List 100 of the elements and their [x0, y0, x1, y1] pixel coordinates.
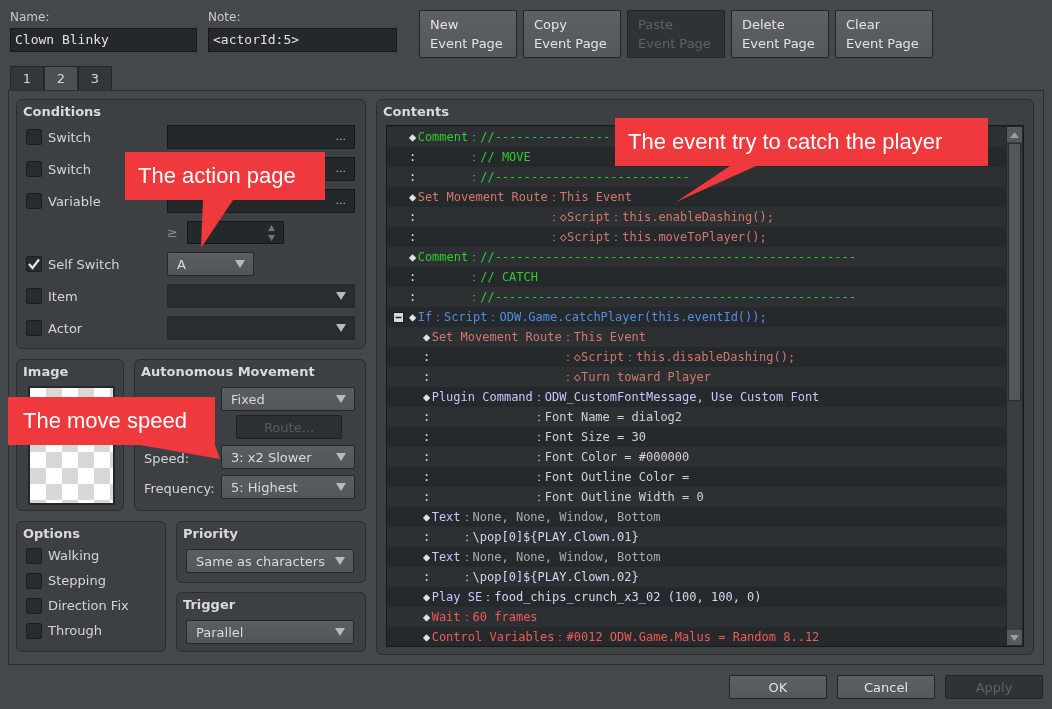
checkbox[interactable] [26, 597, 42, 614]
page-tab[interactable]: 2 [44, 66, 78, 90]
checkbox[interactable] [26, 572, 42, 589]
command-parameters: ：// CATCH [468, 268, 538, 286]
dropdown[interactable]: A [167, 252, 254, 276]
dropdown[interactable]: Fixed [221, 387, 355, 411]
command-parameters: ：Font Name = dialog2 [532, 408, 683, 426]
checkbox[interactable] [26, 256, 42, 272]
command-bullet: ◆ [423, 590, 432, 604]
dialog-button[interactable]: Cancel [837, 675, 935, 699]
command-parameters: ：food_chips_crunch_x3_02 (100, 100, 0) [482, 588, 762, 606]
event-page-button[interactable]: Clear Event Page [835, 10, 933, 58]
group-title: Trigger [183, 596, 237, 614]
checkbox-label: Switch [48, 129, 91, 145]
caret-icon [335, 628, 345, 636]
command-name: Set Movement Route [417, 190, 548, 204]
browse-button[interactable]: ... [335, 130, 346, 144]
dropdown[interactable]: 3: x2 Slower [221, 445, 355, 469]
checkbox-label: Variable [48, 193, 101, 209]
command-parameters: ：Script：ODW.Game.catchPlayer(this.eventId()); [432, 308, 767, 326]
checkbox-label: Actor [48, 320, 83, 336]
checkbox-label: Walking [48, 548, 100, 563]
picker-field[interactable]: ... [167, 125, 355, 149]
continuation-mark: : [423, 450, 432, 464]
checkbox[interactable] [26, 161, 42, 177]
command-name: Play SE [431, 590, 483, 604]
checkbox-label: Through [48, 623, 102, 638]
command-bullet: ◆ [409, 250, 418, 264]
command-bullet: ◆ [423, 510, 432, 524]
caret-icon [235, 260, 245, 268]
browse-button[interactable]: ... [335, 162, 346, 176]
number-spinner[interactable] [187, 221, 284, 244]
command-bullet: ◆ [423, 330, 432, 344]
note-field[interactable]: <actorId:5> [208, 28, 397, 52]
checkbox[interactable] [26, 622, 42, 639]
command-parameters: ：\pop[0]${PLAY.Clown.02} [460, 568, 639, 586]
pointer-tooltip [201, 200, 233, 248]
checkbox[interactable] [26, 288, 42, 304]
comparison-symbol: ≥ [167, 225, 179, 240]
caret-icon [336, 292, 346, 300]
continuation-mark: : [423, 470, 432, 484]
command-parameters: ：None, None, Window, Bottom [460, 548, 661, 566]
caret-icon [336, 395, 346, 403]
command-parameters: ：◇Turn toward Player [561, 368, 711, 386]
event-page-button[interactable]: New Event Page [419, 10, 517, 58]
caret-icon [336, 324, 346, 332]
command-parameters: ：Font Size = 30 [532, 428, 646, 446]
continuation-mark: : [423, 410, 432, 424]
command-name: Wait [431, 610, 461, 624]
scrollbar-thumb[interactable] [1008, 143, 1021, 401]
dropdown[interactable]: Same as characters [186, 549, 354, 573]
dropdown[interactable]: Parallel [186, 620, 354, 644]
checkbox[interactable] [26, 193, 42, 209]
command-name: Set Movement Route [431, 330, 562, 344]
command-parameters: ：This Event [547, 188, 632, 206]
collapse-icon[interactable] [392, 311, 404, 323]
checkbox[interactable] [26, 320, 42, 336]
scroll-down-button[interactable] [1007, 630, 1022, 645]
scroll-up-button[interactable] [1007, 127, 1022, 142]
dropdown[interactable] [167, 284, 355, 308]
event-page-button[interactable]: Delete Event Page [731, 10, 829, 58]
checkbox[interactable] [26, 547, 42, 564]
name-field[interactable]: Clown Blinky [10, 28, 197, 52]
note-label: Note: [208, 10, 242, 26]
command-parameters: ：◇Script：this.enableDashing(); [547, 208, 774, 226]
command-parameters: ：//-------------------------------------------------- [468, 248, 856, 266]
command-parameters: ：#0012 ODW.Game.Malus = Random 8..12 [554, 628, 820, 645]
command-parameters: ：// MOVE [468, 148, 531, 166]
page-tab[interactable]: 3 [78, 66, 112, 90]
spin-arrows-icon[interactable] [267, 223, 276, 242]
continuation-mark: : [409, 230, 418, 244]
caret-icon [336, 483, 346, 491]
command-parameters: ：//-------------------------------------------------- [468, 288, 856, 306]
field-label: Frequency: [144, 481, 215, 496]
command-name: Plugin Command [431, 390, 533, 404]
page-tab[interactable]: 1 [10, 66, 44, 90]
checkbox-label: Self Switch [48, 256, 120, 272]
command-name: Control Variables [431, 630, 555, 644]
group-title: Conditions [23, 103, 103, 121]
field-label: Speed: [144, 451, 190, 466]
command-bullet: ◆ [423, 550, 432, 564]
name-label: Name: [10, 10, 51, 26]
continuation-mark: : [423, 430, 432, 444]
browse-button[interactable]: ... [335, 194, 346, 208]
command-parameters: ：//---------------- [468, 128, 611, 146]
checkbox-label: Item [48, 288, 78, 304]
dialog-button[interactable]: OK [729, 675, 827, 699]
continuation-mark: : [409, 270, 418, 284]
dropdown[interactable]: 5: Highest [221, 475, 355, 499]
continuation-mark: : [423, 490, 432, 504]
command-parameters: ：This Event [561, 328, 646, 346]
command-bullet: ◆ [409, 130, 418, 144]
group-title: Priority [183, 525, 239, 543]
checkbox[interactable] [26, 129, 42, 145]
event-page-button[interactable]: Copy Event Page [523, 10, 621, 58]
command-bullet: ◆ [409, 190, 418, 204]
command-name: If [417, 310, 433, 324]
dropdown[interactable] [167, 316, 355, 340]
command-parameters: ：ODW_CustomFontMessage, Use Custom Font [532, 388, 820, 406]
command-bullet: ◆ [423, 390, 432, 404]
